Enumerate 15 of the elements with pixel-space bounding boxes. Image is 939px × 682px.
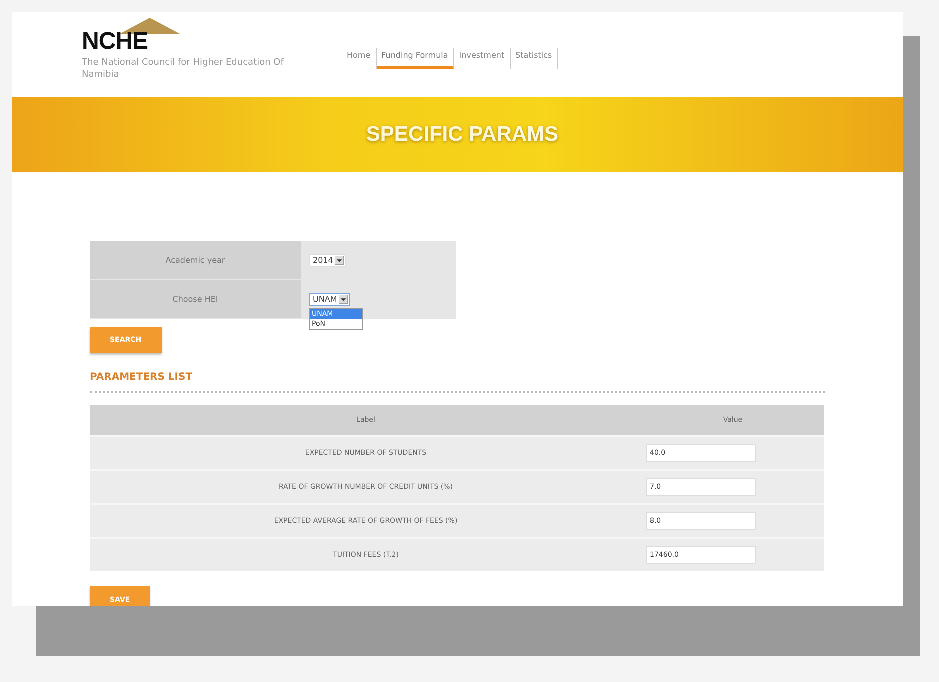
roof-icon	[120, 18, 180, 34]
tagline: The National Council for Higher Education Of Namibia	[82, 57, 285, 81]
nav-tab[interactable]: Investment	[454, 48, 511, 69]
field-label: Academic year	[90, 241, 301, 280]
nav-tab[interactable]: Home	[342, 48, 377, 69]
section-title: PARAMETERS LIST	[90, 372, 194, 383]
year-select[interactable]: 2014	[309, 254, 346, 267]
hei-select[interactable]: UNAM	[309, 293, 350, 306]
nav-tab[interactable]: Funding Formula	[376, 48, 454, 69]
logo: NCHE	[82, 30, 148, 54]
dropdown-arrow-icon	[339, 295, 348, 304]
banner-title: SPECIFIC PARAMS	[366, 122, 559, 146]
nav-tab[interactable]: Statistics	[510, 48, 558, 69]
dropdown-arrow-icon	[335, 256, 344, 265]
field-label: Choose HEI	[90, 280, 301, 319]
